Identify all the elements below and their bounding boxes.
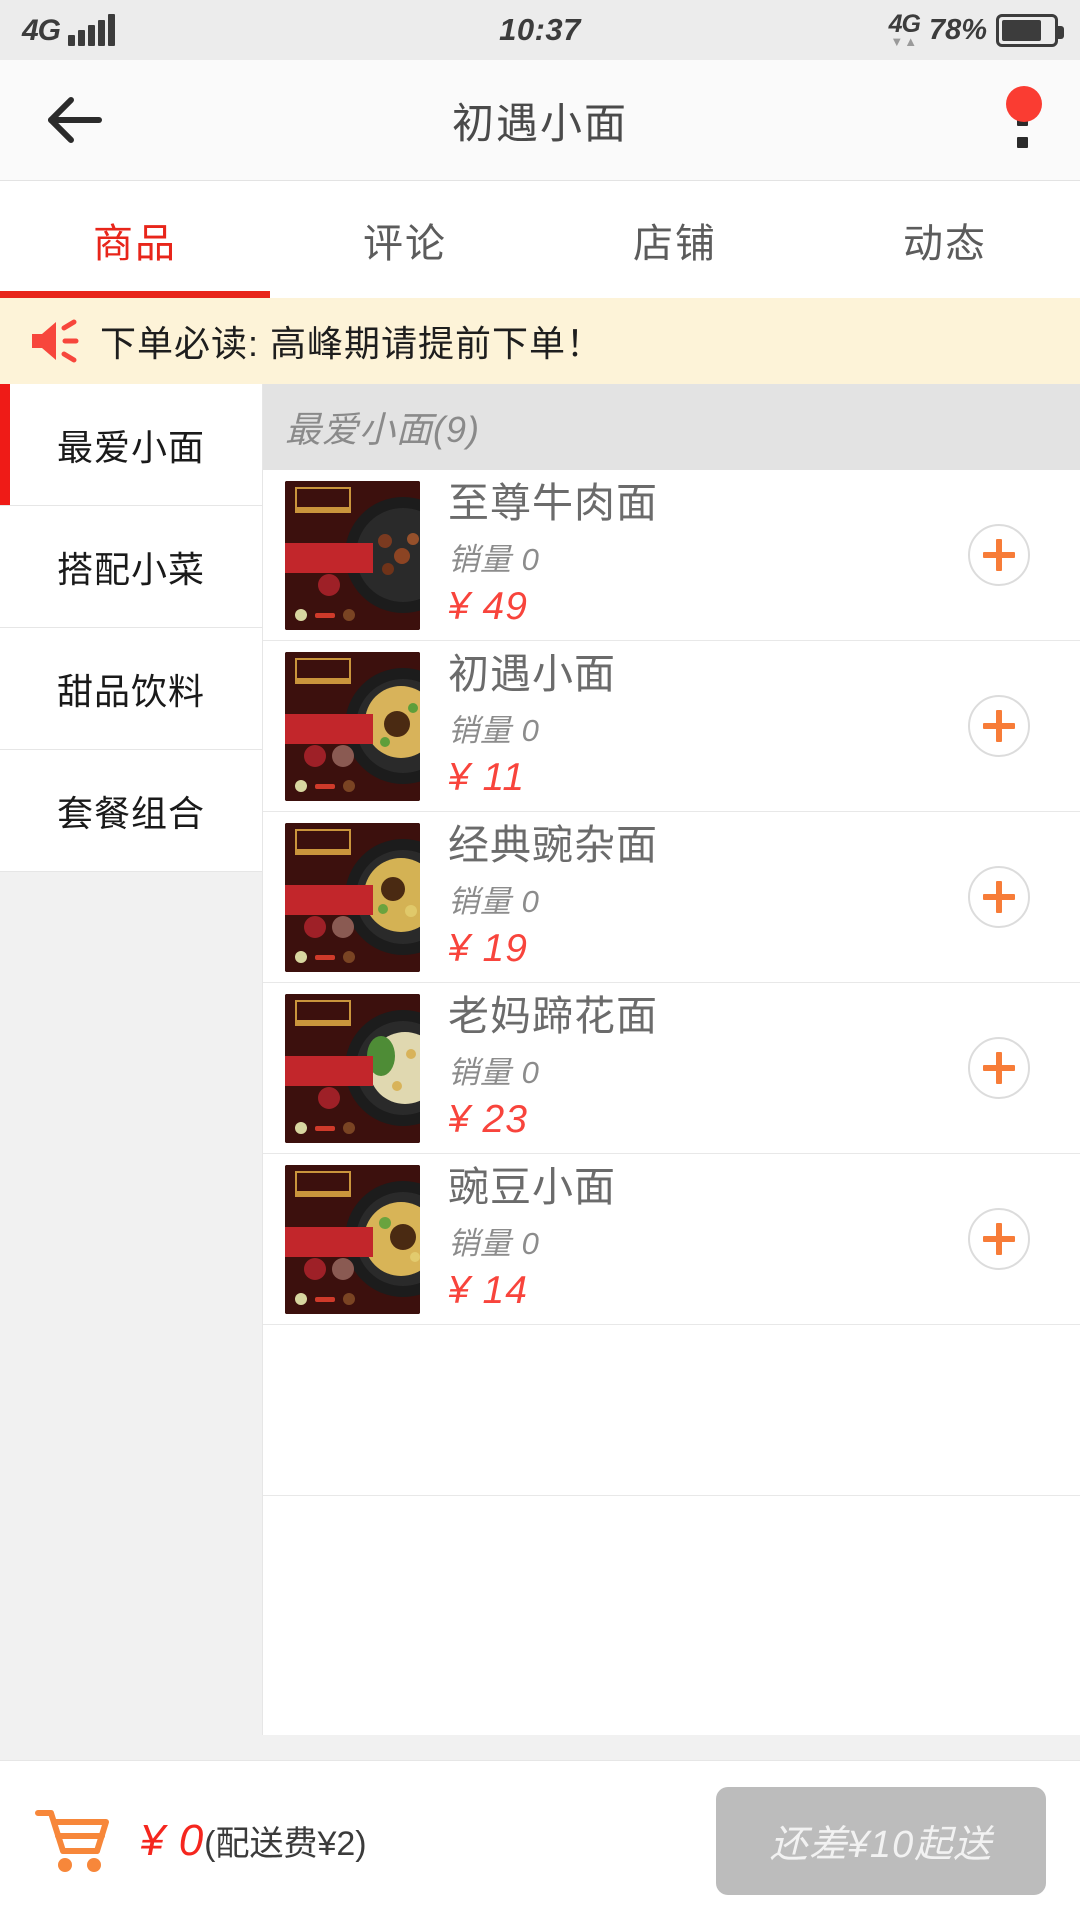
cart-bar: ¥ 0 (配送费¥2) 还差¥10起送 bbox=[0, 1760, 1080, 1920]
sidebar-item-label: 甜品饮料 bbox=[56, 670, 205, 712]
app-screen: 4G 10:37 4G ▼▲ 78% 初遇小面 商品 评论 店铺 动态 下单必读… bbox=[0, 0, 1080, 1920]
dish-info: 经典豌杂面 销量 0 ¥ 19 bbox=[448, 821, 968, 971]
sidebar-item-label: 搭配小菜 bbox=[56, 548, 205, 590]
tab-active-indicator bbox=[0, 291, 270, 298]
dish-sales: 销量 0 bbox=[448, 1226, 540, 1262]
dish-sales: 销量 0 bbox=[448, 542, 540, 578]
status-bar-right: 4G ▼▲ 78% bbox=[889, 12, 1064, 49]
sidebar-item-combo-sets[interactable]: 套餐组合 bbox=[0, 750, 262, 872]
section-header: 最爱小面(9) bbox=[263, 384, 1080, 470]
checkout-button[interactable]: 还差¥10起送 bbox=[716, 1786, 1046, 1895]
list-item[interactable]: 初遇小面 销量 0 ¥ 11 bbox=[263, 641, 1080, 812]
add-to-cart-button[interactable] bbox=[968, 1208, 1030, 1270]
notice-banner: 下单必读: 高峰期请提前下单！ bbox=[0, 298, 1080, 384]
page-title: 初遇小面 bbox=[451, 99, 628, 147]
notice-text: 下单必读: 高峰期请提前下单！ bbox=[100, 323, 604, 364]
dish-sales: 销量 0 bbox=[448, 713, 540, 749]
tab-reviews[interactable]: 评论 bbox=[270, 211, 540, 269]
dish-price: ¥ 23 bbox=[448, 1098, 528, 1142]
delivery-fee-label: (配送费¥2) bbox=[204, 1824, 367, 1863]
list-item[interactable]: 至尊牛肉面 销量 0 ¥ 49 bbox=[263, 470, 1080, 641]
plus-icon bbox=[983, 881, 1015, 913]
dish-thumbnail[interactable] bbox=[285, 651, 420, 801]
shopping-cart-icon[interactable] bbox=[34, 1805, 112, 1877]
sidebar-item-label: 最爱小面 bbox=[56, 426, 205, 468]
status-bar: 4G 10:37 4G ▼▲ 78% bbox=[0, 0, 1080, 60]
overflow-menu-icon-dot bbox=[1017, 136, 1028, 148]
add-to-cart-button[interactable] bbox=[968, 524, 1030, 586]
dish-price: ¥ 19 bbox=[448, 927, 528, 971]
dish-thumbnail[interactable] bbox=[285, 1164, 420, 1314]
notification-badge[interactable] bbox=[1006, 86, 1042, 122]
dish-name: 初遇小面 bbox=[448, 650, 616, 697]
sidebar-item-label: 套餐组合 bbox=[56, 792, 205, 834]
dish-price: ¥ 14 bbox=[448, 1269, 528, 1313]
dish-name: 至尊牛肉面 bbox=[448, 479, 658, 526]
plus-icon bbox=[983, 710, 1015, 742]
dish-info: 老妈蹄花面 销量 0 ¥ 23 bbox=[448, 992, 968, 1142]
sidebar-item-desserts-drinks[interactable]: 甜品饮料 bbox=[0, 628, 262, 750]
dish-info: 至尊牛肉面 销量 0 ¥ 49 bbox=[448, 479, 968, 629]
add-to-cart-button[interactable] bbox=[968, 1037, 1030, 1099]
dish-list[interactable]: 最爱小面(9) 至尊牛肉面 销量 0 ¥ 49 初遇小面 销量 0 ¥ 11 经… bbox=[262, 384, 1080, 1735]
dish-name: 豌豆小面 bbox=[448, 1163, 616, 1210]
tab-shop[interactable]: 店铺 bbox=[540, 211, 810, 269]
dish-thumbnail[interactable] bbox=[285, 822, 420, 972]
dish-thumbnail[interactable] bbox=[285, 480, 420, 630]
list-item[interactable]: 经典豌杂面 销量 0 ¥ 19 bbox=[263, 812, 1080, 983]
plus-icon bbox=[983, 1223, 1015, 1255]
dish-price: ¥ 11 bbox=[448, 756, 526, 800]
dish-name: 经典豌杂面 bbox=[448, 821, 658, 868]
add-to-cart-button[interactable] bbox=[968, 866, 1030, 928]
dish-name: 老妈蹄花面 bbox=[448, 992, 658, 1039]
list-item[interactable] bbox=[263, 1325, 1080, 1496]
dish-price: ¥ 49 bbox=[448, 585, 528, 629]
add-to-cart-button[interactable] bbox=[968, 695, 1030, 757]
tab-feed[interactable]: 动态 bbox=[810, 211, 1080, 269]
content-area: 最爱小面 搭配小菜 甜品饮料 套餐组合 最爱小面(9) 至尊牛肉面 销量 0 ¥… bbox=[0, 384, 1080, 1735]
cart-amount-label: ¥ 0 bbox=[140, 1815, 205, 1865]
plus-icon bbox=[983, 1052, 1015, 1084]
list-item[interactable]: 老妈蹄花面 销量 0 ¥ 23 bbox=[263, 983, 1080, 1154]
navigation-bar: 初遇小面 bbox=[0, 60, 1080, 181]
megaphone-icon bbox=[28, 318, 82, 364]
sidebar-item-side-dishes[interactable]: 搭配小菜 bbox=[0, 506, 262, 628]
battery-icon bbox=[996, 13, 1064, 47]
dish-sales: 销量 0 bbox=[448, 1055, 540, 1091]
list-item[interactable]: 豌豆小面 销量 0 ¥ 14 bbox=[263, 1154, 1080, 1325]
category-sidebar[interactable]: 最爱小面 搭配小菜 甜品饮料 套餐组合 bbox=[0, 384, 262, 1735]
dish-info: 初遇小面 销量 0 ¥ 11 bbox=[448, 650, 968, 800]
tab-products[interactable]: 商品 bbox=[0, 211, 270, 269]
battery-percent-label: 78% bbox=[928, 13, 987, 46]
cart-total: ¥ 0 (配送费¥2) bbox=[140, 1816, 367, 1866]
dish-info: 豌豆小面 销量 0 ¥ 14 bbox=[448, 1163, 968, 1313]
sidebar-item-favorite-noodles[interactable]: 最爱小面 bbox=[0, 384, 262, 506]
dish-thumbnail[interactable] bbox=[285, 993, 420, 1143]
data-network-icon: 4G ▼▲ bbox=[889, 12, 921, 49]
dish-sales: 销量 0 bbox=[448, 884, 540, 920]
tab-bar: 商品 评论 店铺 动态 bbox=[0, 181, 1080, 298]
data-traffic-arrows-icon: ▼▲ bbox=[890, 34, 919, 49]
plus-icon bbox=[983, 539, 1015, 571]
